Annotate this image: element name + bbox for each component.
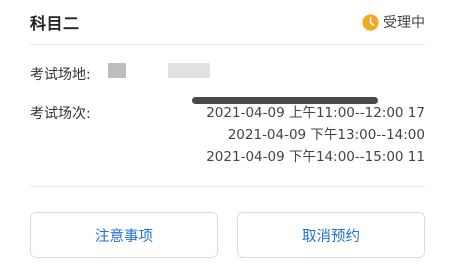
notice-button[interactable]: 注意事项 [30,212,218,258]
venue-redacted-block [168,63,210,78]
venue-redacted-block [108,63,126,78]
session-item: 2021-04-09 上午11:00--12:00 17 [206,105,425,121]
redaction-smear [192,97,378,104]
status-label: 受理中 [383,15,425,31]
appointment-card: 科目二 受理中 考试场地: 考试场次: 2021-04-09 上午11:00--… [0,0,459,280]
exam-subject-title: 科目二 [30,14,80,33]
content-divider [30,186,425,187]
clock-icon [362,13,379,31]
session-item: 2021-04-09 下午13:00--14:00 [227,127,425,143]
session-item: 2021-04-09 下午14:00--15:00 11 [206,149,425,165]
card-header: 科目二 受理中 [30,0,425,44]
header-divider [30,44,425,45]
action-buttons: 注意事项 取消预约 [30,212,425,258]
sessions-label: 考试场次: [30,106,91,122]
venue-label: 考试场地: [30,67,91,83]
cancel-appointment-button[interactable]: 取消预约 [237,212,425,258]
status-badge: 受理中 [362,12,425,32]
session-list: 2021-04-09 上午11:00--12:00 17 2021-04-09 … [206,103,425,169]
